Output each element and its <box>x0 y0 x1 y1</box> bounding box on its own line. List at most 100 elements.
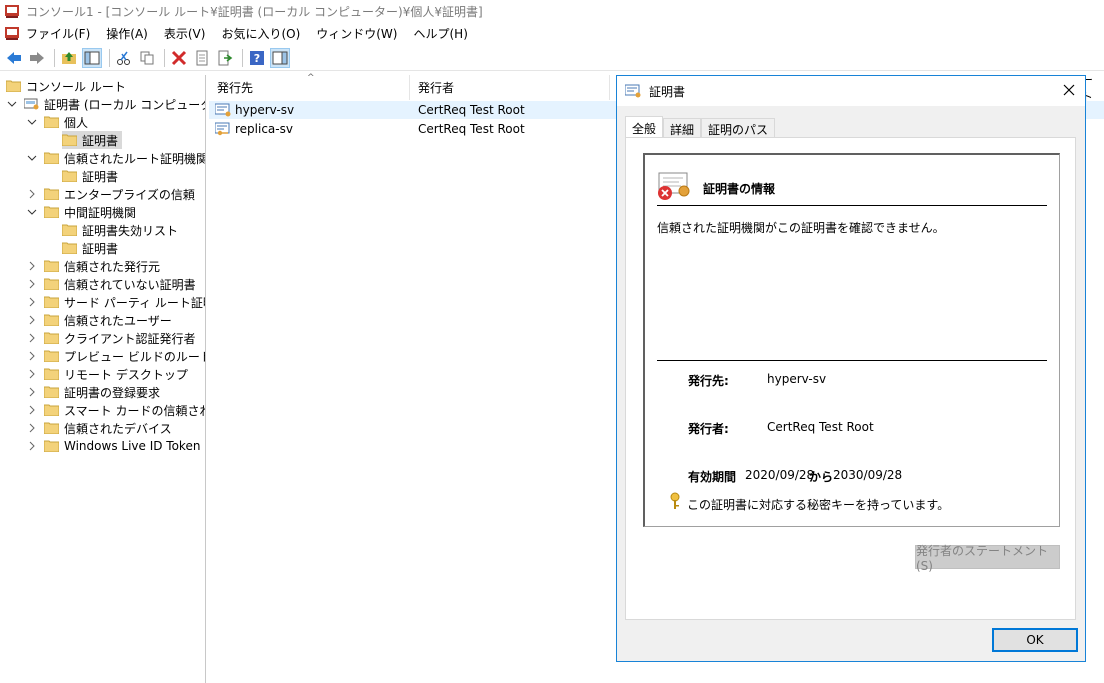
chevron-right-icon[interactable] <box>26 350 38 362</box>
folder-icon <box>62 242 77 254</box>
tree-item-trusted-devices[interactable]: 信頼されたデバイス <box>26 419 172 437</box>
issuer-statement-button[interactable]: 発行者のステートメント(S) <box>915 544 1060 573</box>
up-folder-icon[interactable] <box>59 48 79 68</box>
export-list-icon[interactable] <box>215 48 235 68</box>
tree-item-windows-live-id[interactable]: Windows Live ID Token Issuer <box>26 437 205 455</box>
certificate-icon <box>625 84 641 98</box>
tree-item-untrusted[interactable]: 信頼されていない証明書 <box>26 275 196 293</box>
back-icon[interactable] <box>4 48 24 68</box>
info-heading: 証明書の情報 <box>703 182 776 196</box>
tree-item-client-auth-issuers[interactable]: クライアント認証発行者 <box>26 329 196 347</box>
general-tab-panel: 証明書の情報 信頼された証明機関がこの証明書を確認できません。 発行先: hyp… <box>625 137 1076 620</box>
help-icon[interactable]: ? <box>247 48 267 68</box>
tab-general[interactable]: 全般 <box>625 116 664 139</box>
folder-open-icon <box>62 134 77 146</box>
chevron-down-icon[interactable] <box>26 206 38 218</box>
tree-item-remote-desktop[interactable]: リモート デスクトップ <box>26 365 188 383</box>
divider <box>657 360 1047 361</box>
chevron-right-icon[interactable] <box>26 314 38 326</box>
tree-item-enterprise-trust[interactable]: エンタープライズの信頼 <box>26 185 195 203</box>
chevron-right-icon[interactable] <box>26 422 38 434</box>
cut-icon[interactable] <box>114 48 134 68</box>
column-header-issued-by[interactable]: 発行者 <box>410 75 610 100</box>
chevron-right-icon[interactable] <box>26 386 38 398</box>
tree-item-console-root[interactable]: コンソール ルート <box>6 77 126 95</box>
certificate-key-icon <box>215 122 230 136</box>
folder-icon <box>44 440 59 452</box>
tab-certification-path[interactable]: 証明のパス <box>701 118 776 139</box>
tree-item-smart-card-roots[interactable]: スマート カードの信頼されたルート <box>26 401 205 419</box>
menu-file[interactable]: ファイル(F) <box>26 25 90 42</box>
tree-item-preview-build-roots[interactable]: プレビュー ビルドのルート <box>26 347 205 365</box>
folder-icon <box>44 404 59 416</box>
toolbar-separator <box>109 48 110 67</box>
tree-item-trusted-root[interactable]: 信頼されたルート証明機関 <box>26 149 205 167</box>
valid-from: 2020/09/28 <box>745 468 815 482</box>
cell-issued-by: CertReq Test Root <box>418 103 525 117</box>
menu-favorites[interactable]: お気に入り(O) <box>221 25 300 42</box>
tree-item-third-party-root[interactable]: サード パーティ ルート証明機関 <box>26 293 205 311</box>
folder-icon <box>44 278 59 290</box>
tree-item-intermediate-certificates[interactable]: 証明書 <box>62 239 118 257</box>
chevron-right-icon[interactable] <box>26 188 38 200</box>
cell-issued-by: CertReq Test Root <box>418 122 525 136</box>
toolbar: ? <box>0 45 1104 71</box>
title-bar: コンソール1 - [コンソール ルート¥証明書 (ローカル コンピューター)¥個… <box>0 0 1104 22</box>
svg-text:?: ? <box>254 52 260 65</box>
tree-item-intermediate-ca[interactable]: 中間証明機関 <box>26 203 136 221</box>
chevron-right-icon[interactable] <box>26 296 38 308</box>
system-menu-icon[interactable] <box>4 25 20 41</box>
menu-help[interactable]: ヘルプ(H) <box>413 25 467 42</box>
show-hide-tree-icon[interactable] <box>82 47 102 68</box>
show-action-pane-icon[interactable] <box>270 47 290 68</box>
folder-icon <box>44 296 59 308</box>
tree-item-crl[interactable]: 証明書失効リスト <box>62 221 178 239</box>
chevron-right-icon[interactable] <box>26 440 38 452</box>
chevron-down-icon[interactable] <box>6 98 18 110</box>
menu-action[interactable]: 操作(A) <box>106 25 148 42</box>
copy-icon[interactable] <box>137 48 157 68</box>
tree-item-trusted-root-certificates[interactable]: 証明書 <box>62 167 118 185</box>
sort-ascending-icon: ^ <box>307 73 315 83</box>
cell-issued-to: replica-sv <box>235 122 293 136</box>
folder-icon <box>6 80 21 92</box>
chevron-right-icon[interactable] <box>26 332 38 344</box>
chevron-right-icon[interactable] <box>26 260 38 272</box>
folder-icon <box>44 422 59 434</box>
tree-item-trusted-publishers[interactable]: 信頼された発行元 <box>26 257 160 275</box>
properties-icon[interactable] <box>192 48 212 68</box>
issued-by-label: 発行者: <box>688 422 729 436</box>
folder-icon <box>44 260 59 272</box>
tree-item-trusted-people[interactable]: 信頼されたユーザー <box>26 311 172 329</box>
certificate-icon <box>215 103 231 117</box>
dialog-title-bar: 証明書 <box>617 76 1085 106</box>
folder-icon <box>44 206 59 218</box>
folder-icon <box>62 170 77 182</box>
tree-item-enrollment-requests[interactable]: 証明書の登録要求 <box>26 383 160 401</box>
folder-icon <box>44 152 59 164</box>
folder-icon <box>44 332 59 344</box>
tab-details[interactable]: 詳細 <box>663 118 702 139</box>
delete-icon[interactable] <box>169 48 189 68</box>
ok-button[interactable]: OK <box>992 628 1078 652</box>
key-icon <box>670 492 680 509</box>
chevron-down-icon[interactable] <box>26 152 38 164</box>
menu-window[interactable]: ウィンドウ(W) <box>316 25 397 42</box>
menu-view[interactable]: 表示(V) <box>164 25 206 42</box>
tree-item-personal[interactable]: 個人 <box>26 113 88 131</box>
divider <box>657 205 1047 206</box>
tree-item-personal-certificates[interactable]: 証明書 <box>62 131 123 149</box>
folder-icon <box>62 224 77 236</box>
menu-bar: ファイル(F) 操作(A) 表示(V) お気に入り(O) ウィンドウ(W) ヘル… <box>0 22 1104 44</box>
column-header-issued-to[interactable]: 発行先 ^ <box>209 73 410 100</box>
chevron-right-icon[interactable] <box>26 404 38 416</box>
chevron-down-icon[interactable] <box>26 116 38 128</box>
forward-icon[interactable] <box>27 48 47 68</box>
validity-label: 有効期間 <box>688 470 737 484</box>
toolbar-separator <box>54 48 55 67</box>
chevron-right-icon[interactable] <box>26 278 38 290</box>
folder-icon <box>44 368 59 380</box>
chevron-right-icon[interactable] <box>26 368 38 380</box>
tree-item-certificates-local[interactable]: 証明書 (ローカル コンピューター) <box>6 95 205 113</box>
close-icon[interactable] <box>1061 82 1077 98</box>
